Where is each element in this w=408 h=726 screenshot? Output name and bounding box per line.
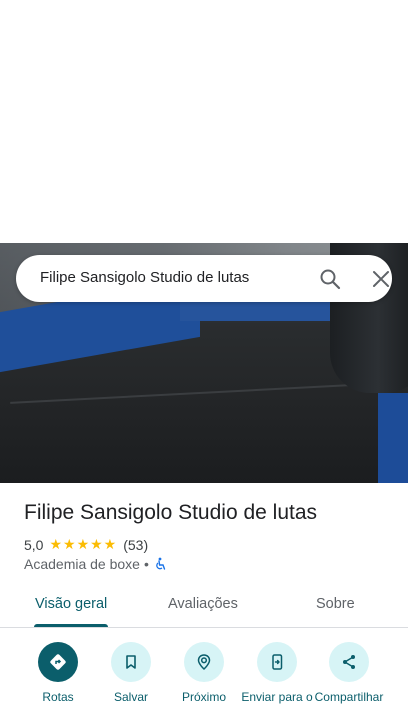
directions-label: Rotas	[42, 690, 74, 704]
rating-stars: ★★★★★	[49, 536, 118, 552]
nearby-icon	[194, 652, 214, 672]
place-tabs: Visão geral Avaliações Sobre	[0, 586, 408, 628]
wheelchair-accessible-icon	[153, 557, 167, 571]
nearby-label: Próximo	[181, 690, 226, 704]
bookmark-icon	[122, 653, 140, 671]
tab-overview[interactable]: Visão geral	[35, 596, 107, 612]
search-bar[interactable]: Filipe Sansigolo Studio de lutas	[16, 255, 392, 302]
active-tab-indicator	[34, 624, 108, 627]
category-label: Academia de boxe	[24, 556, 140, 572]
send-to-phone-button[interactable]: Enviar para o	[240, 640, 314, 704]
search-icon[interactable]	[318, 267, 342, 291]
close-icon[interactable]	[369, 267, 393, 291]
rating-value: 5,0	[24, 536, 44, 553]
save-label: Salvar	[113, 690, 148, 704]
directions-icon	[48, 652, 68, 672]
tab-reviews[interactable]: Avaliações	[168, 596, 238, 612]
category-row: Academia de boxe •	[24, 556, 167, 572]
nearby-button[interactable]: Próximo	[167, 640, 241, 704]
map-area-blank	[0, 0, 408, 243]
share-label: Compartilhar	[314, 690, 384, 704]
share-icon	[340, 653, 358, 671]
place-title: Filipe Sansigolo Studio de lutas	[24, 501, 318, 524]
directions-button[interactable]: Rotas	[21, 640, 95, 704]
share-button[interactable]: Compartilhar	[312, 640, 386, 704]
send-to-phone-label: Enviar para o	[241, 690, 313, 704]
action-buttons: Rotas Salvar Próximo Enviar para o Compa…	[0, 640, 408, 726]
search-input[interactable]: Filipe Sansigolo Studio de lutas	[40, 269, 249, 286]
rating-row[interactable]: 5,0 ★★★★★ (53)	[24, 536, 148, 553]
save-button[interactable]: Salvar	[94, 640, 168, 704]
review-count[interactable]: (53)	[123, 537, 148, 553]
separator-dot: •	[143, 556, 149, 572]
tab-about[interactable]: Sobre	[316, 596, 355, 612]
send-to-phone-icon	[268, 653, 286, 671]
